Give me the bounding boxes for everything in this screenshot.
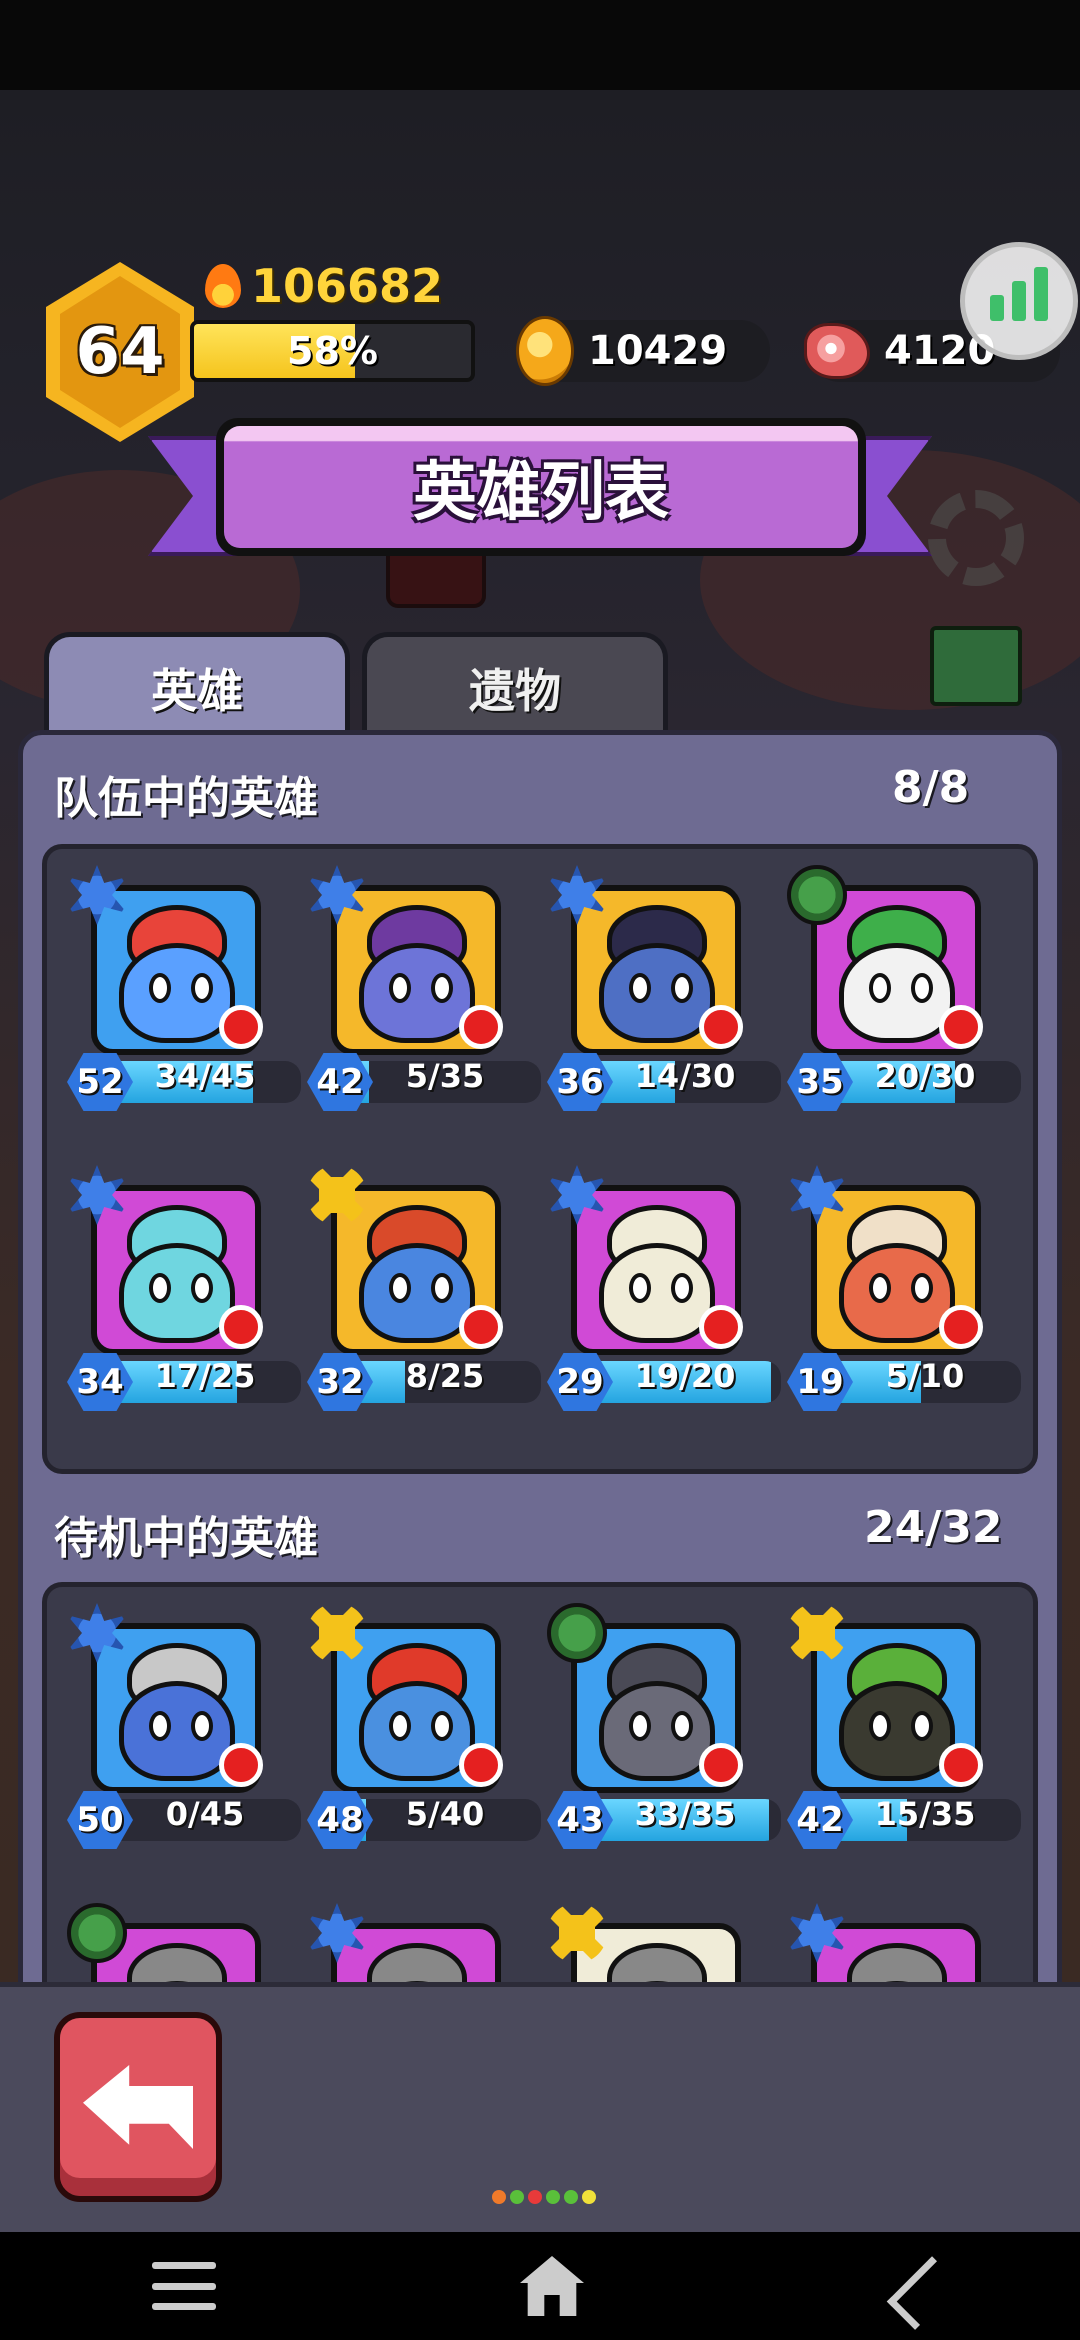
hero-card[interactable]: 33/35 43 [547, 1603, 781, 1849]
hero-card[interactable]: 34/45 52 [67, 865, 301, 1111]
hero-shard-progress: 5/10 [885, 1357, 965, 1395]
notification-dot [459, 1005, 503, 1049]
page-dot [546, 2190, 560, 2204]
green-class-icon [547, 1603, 607, 1663]
hero-shard-bar: 14/30 36 [547, 1053, 783, 1111]
notification-dot [939, 1743, 983, 1787]
notification-dot [699, 1005, 743, 1049]
page-dot [564, 2190, 578, 2204]
back-button[interactable] [54, 2012, 222, 2202]
hero-shard-bar: 19/20 29 [547, 1353, 783, 1411]
title-banner: 英雄列表 [216, 418, 866, 556]
notification-dot [219, 1005, 263, 1049]
hero-shard-progress: 0/45 [165, 1795, 245, 1833]
hero-shard-progress: 14/30 [634, 1057, 736, 1095]
mail-icon[interactable] [930, 626, 1022, 706]
notification-dot [939, 1005, 983, 1049]
notification-dot [459, 1743, 503, 1787]
notification-dot [459, 1305, 503, 1349]
team-section-title: 队伍中的英雄 [54, 773, 318, 824]
team-section-count: 8/8 [892, 762, 970, 813]
hero-shard-bar: 20/30 35 [787, 1053, 1023, 1111]
hero-shard-progress: 19/20 [634, 1357, 736, 1395]
bar-chart-icon [1012, 281, 1026, 321]
power-value: 106682 [251, 259, 444, 313]
page-title: 英雄列表 [413, 456, 669, 530]
home-icon[interactable] [520, 2256, 584, 2316]
hero-card[interactable]: 5/35 42 [307, 865, 541, 1111]
hero-card[interactable] [787, 1903, 987, 1982]
hero-shard-progress: 5/40 [405, 1795, 485, 1833]
hero-shard-bar: 17/25 34 [67, 1353, 303, 1411]
hero-card[interactable]: 15/35 42 [787, 1603, 1021, 1849]
hero-card[interactable]: 5/10 19 [787, 1165, 1021, 1411]
hero-shard-bar: 0/45 50 [67, 1791, 303, 1849]
idle-hero-grid: 0/45 50 5/40 48 33/35 43 15/35 42 [42, 1582, 1038, 1982]
coin-icon [516, 316, 574, 386]
hero-shard-progress: 20/30 [874, 1057, 976, 1095]
xp-percent: 58% [287, 329, 378, 373]
hero-shard-progress: 17/25 [154, 1357, 256, 1395]
notification-dot [219, 1743, 263, 1787]
hero-card[interactable]: 20/30 35 [787, 865, 1021, 1111]
hero-shard-progress: 34/45 [154, 1057, 256, 1095]
page-dot [492, 2190, 506, 2204]
notification-dot [699, 1743, 743, 1787]
idle-section-title: 待机中的英雄 [54, 1513, 318, 1564]
hero-card[interactable] [307, 1903, 507, 1982]
coin-value: 10429 [588, 328, 728, 374]
flame-icon [205, 264, 241, 308]
hero-card[interactable]: 17/25 34 [67, 1165, 301, 1411]
hero-card[interactable]: 0/45 50 [67, 1603, 301, 1849]
hero-shard-progress: 5/35 [405, 1057, 485, 1095]
tab-relics[interactable]: 遗物 [362, 632, 668, 738]
system-nav-bar [0, 2232, 1080, 2340]
green-class-icon [67, 1903, 127, 1963]
menu-icon[interactable] [152, 2262, 216, 2310]
power-display: 106682 [205, 258, 443, 314]
gear-icon[interactable] [928, 490, 1024, 586]
hero-shard-bar: 34/45 52 [67, 1053, 303, 1111]
page-dot [582, 2190, 596, 2204]
hero-card[interactable] [67, 1903, 267, 1982]
green-class-icon [787, 865, 847, 925]
hero-card[interactable]: 5/40 48 [307, 1603, 541, 1849]
notification-dot [699, 1305, 743, 1349]
xp-bar: 58% [190, 320, 475, 382]
hero-card[interactable]: 14/30 36 [547, 865, 781, 1111]
hero-card[interactable]: 19/20 29 [547, 1165, 781, 1411]
hero-shard-bar: 15/35 42 [787, 1791, 1023, 1849]
back-nav-icon[interactable] [886, 2256, 961, 2330]
coin-counter[interactable]: 10429 [516, 316, 770, 386]
notification-dot [939, 1305, 983, 1349]
tab-heroes[interactable]: 英雄 [44, 632, 350, 738]
stats-button[interactable] [960, 242, 1078, 360]
status-bar [0, 0, 1080, 90]
hero-portrait [331, 1923, 501, 1982]
meat-icon [804, 323, 870, 379]
hero-shard-bar: 5/35 42 [307, 1053, 543, 1111]
bar-chart-icon [990, 295, 1004, 321]
page-dot [510, 2190, 524, 2204]
hero-card[interactable]: 8/25 32 [307, 1165, 541, 1411]
team-hero-grid: 34/45 52 5/35 42 14/30 36 20/30 35 17/25 34 8/25 32… [42, 844, 1038, 1474]
hero-shard-bar: 8/25 32 [307, 1353, 543, 1411]
page-dot [528, 2190, 542, 2204]
bar-chart-icon [1034, 267, 1048, 321]
player-level: 64 [75, 315, 165, 389]
hero-card[interactable] [547, 1903, 747, 1982]
back-arrow-icon [83, 2065, 193, 2149]
hero-shard-progress: 8/25 [405, 1357, 485, 1395]
notification-dot [219, 1305, 263, 1349]
idle-section-count: 24/32 [864, 1502, 1003, 1553]
hero-shard-progress: 33/35 [634, 1795, 736, 1833]
page-indicator [492, 2190, 596, 2204]
hero-shard-progress: 15/35 [874, 1795, 976, 1833]
hero-shard-bar: 33/35 43 [547, 1791, 783, 1849]
hero-shard-bar: 5/40 48 [307, 1791, 543, 1849]
hero-portrait [811, 1923, 981, 1982]
hero-shard-bar: 5/10 19 [787, 1353, 1023, 1411]
